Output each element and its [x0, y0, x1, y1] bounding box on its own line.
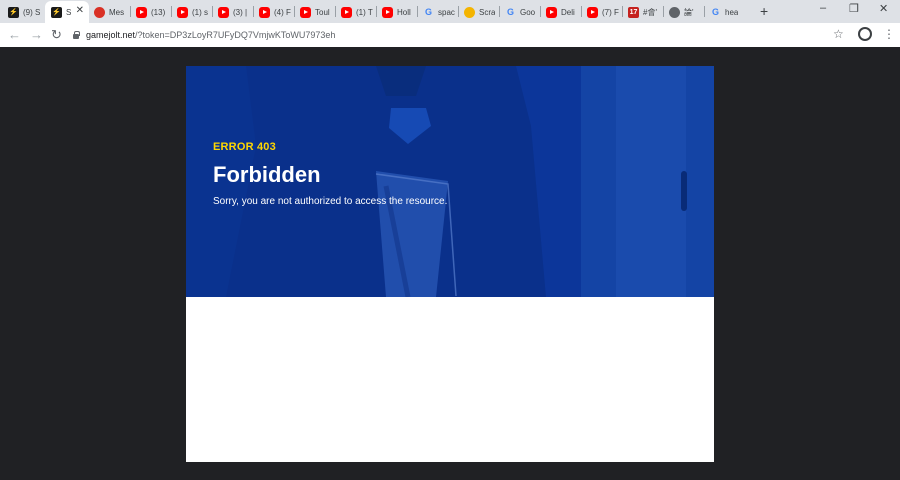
- gamejolt-icon: ⚡: [51, 6, 62, 18]
- reload-button[interactable]: ↻: [51, 27, 62, 43]
- youtube-icon: [546, 6, 557, 18]
- error-title: Forbidden: [213, 162, 321, 187]
- tab-youtube-5[interactable]: Toul: [294, 1, 336, 23]
- tab-label: (3) |: [233, 7, 248, 17]
- tab-gamejolt-1[interactable]: ⚡ (9) S: [2, 1, 46, 23]
- google-icon: G: [711, 6, 719, 17]
- tab-label: 論': [684, 7, 694, 17]
- youtube-icon: [300, 6, 311, 18]
- youtube-icon: [259, 6, 270, 18]
- tab-label: Toul: [315, 7, 330, 17]
- tab-label: Mes: [109, 7, 125, 17]
- restore-button[interactable]: ❐: [849, 2, 859, 15]
- calendar-icon: 17: [628, 6, 639, 18]
- close-tab-icon[interactable]: ✕: [76, 5, 84, 16]
- window-close-button[interactable]: ✕: [879, 2, 888, 15]
- tab-scratch[interactable]: Scra: [458, 1, 500, 23]
- back-button[interactable]: ←: [8, 27, 21, 43]
- error-text-block: ERROR 403 Forbidden Sorry, you are not a…: [213, 141, 447, 207]
- tab-youtube-9[interactable]: (7) F: [581, 1, 623, 23]
- google-icon: G: [506, 6, 514, 17]
- gamejolt-icon: ⚡: [8, 6, 19, 18]
- tab-label: Deli: [561, 7, 575, 17]
- youtube-icon: [218, 6, 229, 18]
- tab-label: #會': [643, 7, 657, 17]
- tab-globe[interactable]: 論': [663, 1, 705, 23]
- tab-google-3[interactable]: G hea: [704, 1, 749, 23]
- tab-label: (1) s: [192, 7, 208, 17]
- menu-kebab-icon[interactable]: ⋮: [883, 27, 895, 41]
- page-viewport: ERROR 403 Forbidden Sorry, you are not a…: [0, 47, 900, 480]
- tab-kr[interactable]: 17 #會': [622, 1, 664, 23]
- tab-youtube-1[interactable]: (13): [130, 1, 172, 23]
- tab-gamejolt-active[interactable]: ⚡ S ✕: [45, 1, 89, 23]
- forward-button[interactable]: →: [30, 27, 43, 43]
- tab-google-2[interactable]: G Goo: [499, 1, 541, 23]
- url-text[interactable]: gamejolt.net/?token=DP3zLoyR7UFyDQ7VmjwK…: [86, 30, 335, 40]
- youtube-icon: [382, 6, 393, 18]
- extension-icon[interactable]: [858, 27, 872, 41]
- tab-youtube-4[interactable]: (4) F: [253, 1, 295, 23]
- tab-label: Holl: [397, 7, 411, 17]
- tab-label: (9) S: [23, 7, 41, 17]
- browser-toolbar: ← → ↻ gamejolt.net/?token=DP3zLoyR7UFyDQ…: [0, 23, 900, 47]
- tab-youtube-6[interactable]: (1) T: [335, 1, 377, 23]
- tab-youtube-2[interactable]: (1) s: [171, 1, 213, 23]
- tab-messenger[interactable]: Mes: [88, 1, 130, 23]
- new-tab-button[interactable]: +: [760, 3, 768, 19]
- globe-icon: [669, 6, 680, 18]
- tab-youtube-7[interactable]: Holl: [376, 1, 418, 23]
- tab-youtube-3[interactable]: (3) |: [212, 1, 254, 23]
- google-icon: G: [424, 6, 432, 17]
- error-code: ERROR 403: [213, 141, 276, 153]
- tab-label: (13): [151, 7, 166, 17]
- youtube-icon: [587, 6, 598, 18]
- error-hero-banner: ERROR 403 Forbidden Sorry, you are not a…: [186, 66, 714, 297]
- tab-youtube-8[interactable]: Deli: [540, 1, 582, 23]
- bookmark-star-icon[interactable]: ☆: [833, 27, 844, 41]
- tab-label: hea: [725, 7, 739, 17]
- tab-label: (7) F: [602, 7, 619, 17]
- tab-label: spac: [438, 7, 455, 17]
- error-card: ERROR 403 Forbidden Sorry, you are not a…: [186, 66, 714, 462]
- youtube-icon: [136, 6, 147, 18]
- error-message: Sorry, you are not authorized to access …: [213, 196, 448, 207]
- tab-label: Goo: [520, 7, 536, 17]
- tab-label: (4) F: [274, 7, 291, 17]
- youtube-icon: [177, 6, 188, 18]
- address-bar[interactable]: gamejolt.net/?token=DP3zLoyR7UFyDQ7VmjwK…: [72, 26, 852, 44]
- messenger-icon: [94, 6, 105, 18]
- tab-label: S: [66, 7, 72, 17]
- minimize-button[interactable]: –: [820, 2, 826, 14]
- tab-label: (1) T: [356, 7, 373, 17]
- lock-icon[interactable]: [72, 31, 80, 39]
- tab-strip: ⚡ (9) S ⚡ S ✕ Mes (13) (1) s (3) | (4) F…: [0, 0, 900, 23]
- youtube-icon: [341, 6, 352, 18]
- tab-google-1[interactable]: G spac: [417, 1, 459, 23]
- coin-icon: [464, 6, 475, 18]
- tab-label: Scra: [479, 7, 496, 17]
